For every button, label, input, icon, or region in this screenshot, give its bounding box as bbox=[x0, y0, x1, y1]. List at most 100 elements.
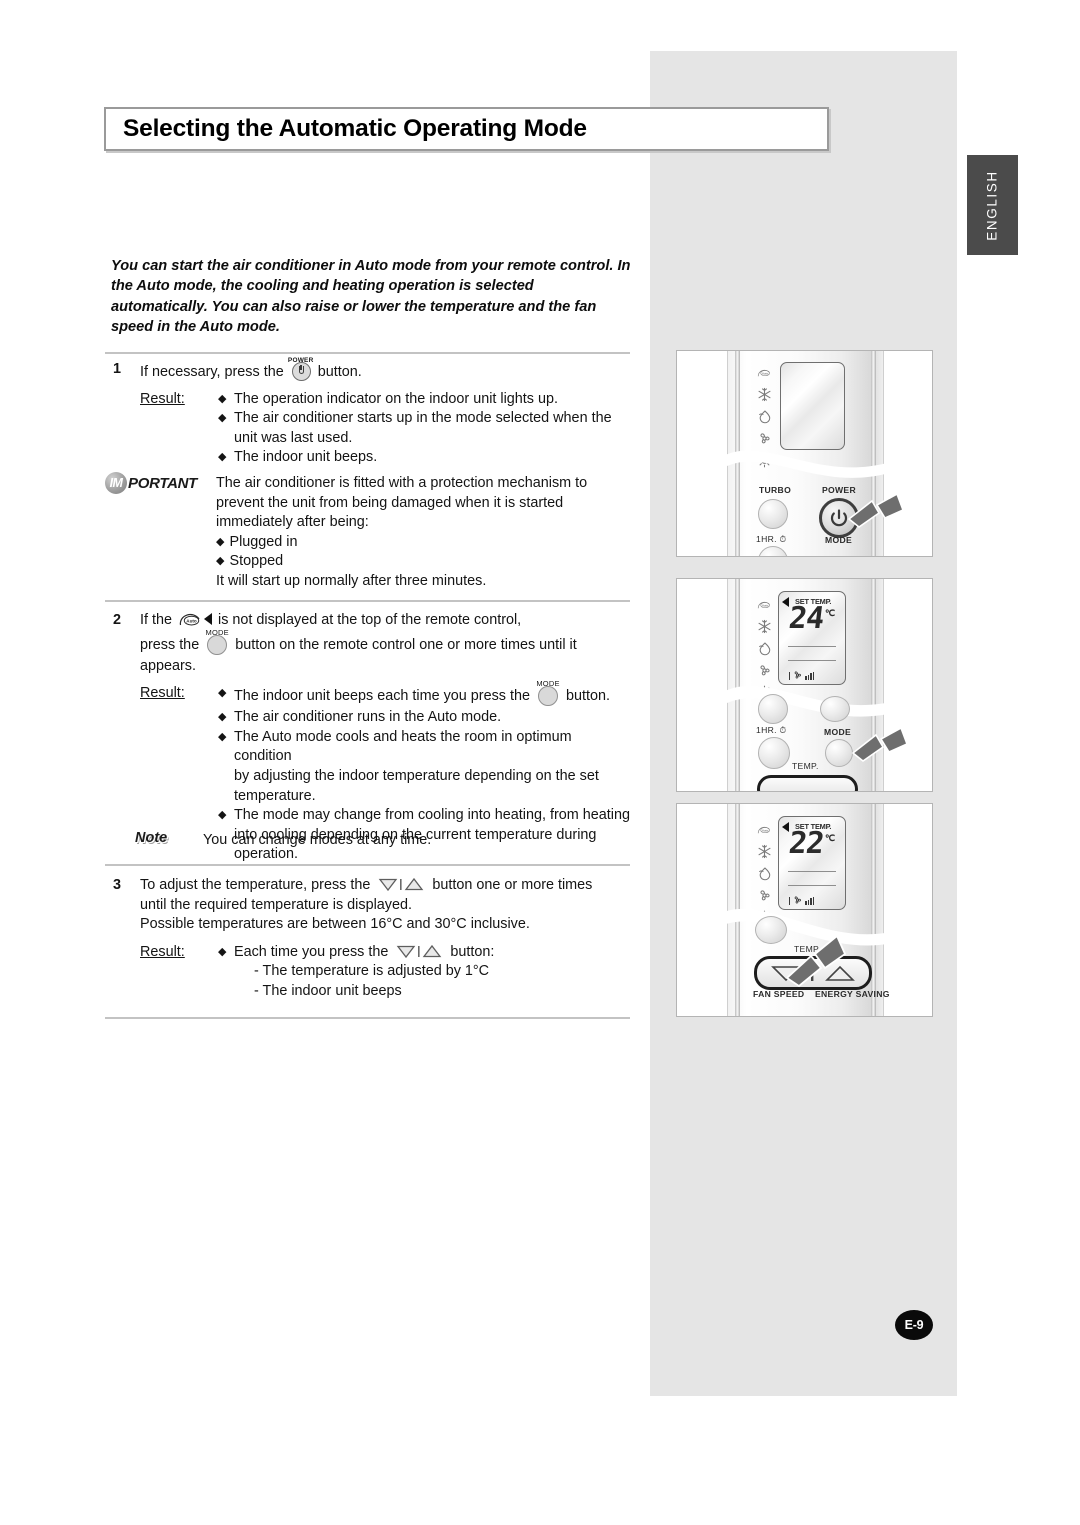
step-2-text-b: is not displayed at the top of the remot… bbox=[218, 612, 522, 628]
illustration-remote-temp: Auto SET TEMP. 22 ℃ TEMP. FAN SPEED ENER… bbox=[676, 803, 933, 1017]
remote-rail-left bbox=[735, 804, 740, 1016]
list-item: ◆ The indoor unit beeps. bbox=[218, 448, 633, 468]
mode-icon-column: Auto bbox=[757, 822, 772, 925]
step-3-results: ◆ Each time you press the button: - The … bbox=[218, 943, 633, 1002]
step-3-text-c: until the required temperature is displa… bbox=[140, 896, 412, 913]
power-button[interactable] bbox=[820, 696, 850, 722]
step-3-number: 3 bbox=[113, 877, 122, 893]
divider-mid-1 bbox=[105, 600, 630, 602]
auto-icon: Auto bbox=[757, 597, 772, 612]
remote-rail-left bbox=[735, 351, 740, 556]
list-item: ◆ Each time you press the button: - The … bbox=[218, 943, 633, 1002]
step-1-result-1: The air conditioner starts up in the mod… bbox=[234, 410, 612, 446]
energy-saving-label: ENERGY SAVING bbox=[815, 989, 890, 999]
turbo-button[interactable] bbox=[758, 499, 788, 529]
step-1-results: ◆ The operation indicator on the indoor u… bbox=[218, 390, 633, 468]
list-item: ◆ The operation indicator on the indoor u… bbox=[218, 390, 633, 410]
step-1: 1 If necessary, press the POWER button. … bbox=[113, 357, 633, 468]
list-item: ◆ Stopped bbox=[216, 553, 284, 570]
temp-button-pill[interactable] bbox=[757, 775, 858, 791]
language-tab-label: ENGLISH bbox=[985, 169, 1000, 241]
mode-label: MODE bbox=[824, 727, 851, 737]
lcd-display: SET TEMP. 24 ℃ bbox=[778, 591, 846, 685]
lcd-auto-pointer-icon bbox=[782, 822, 789, 832]
step-3-text-a: To adjust the temperature, press the bbox=[140, 877, 371, 893]
lcd-temperature-value: 24 bbox=[786, 601, 826, 636]
important-line-1: The air conditioner is fitted with a pro… bbox=[216, 475, 588, 491]
language-tab-english: ENGLISH bbox=[967, 155, 1018, 255]
svg-text:Auto: Auto bbox=[186, 619, 197, 624]
step-2-text-a: If the bbox=[140, 612, 172, 628]
power-button-icon[interactable]: POWER bbox=[288, 357, 313, 382]
step-2-number: 2 bbox=[113, 612, 122, 628]
snowflake-icon bbox=[757, 619, 772, 634]
turbo-button[interactable] bbox=[758, 694, 788, 724]
turbo-label: TURBO bbox=[759, 485, 792, 495]
step-1-text-before: If necessary, press the bbox=[140, 364, 284, 380]
lcd-divider-1 bbox=[788, 871, 836, 873]
lcd-divider-1 bbox=[788, 646, 836, 648]
step-1-result-0: The operation indicator on the indoor un… bbox=[234, 390, 559, 407]
svg-text:Auto: Auto bbox=[762, 371, 769, 375]
important-badge-text: PORTANT bbox=[128, 474, 198, 492]
step-1-text-after: button. bbox=[317, 364, 362, 380]
list-item: ◆ The Auto mode cools and heats the room… bbox=[218, 728, 633, 806]
droplet-icon bbox=[757, 866, 772, 881]
fan-icon bbox=[757, 663, 772, 678]
step-2: 2 If the Auto is not displayed at the to… bbox=[113, 611, 633, 865]
illustration-remote-mode: Auto SET TEMP. 24 ℃ 1HR. ⏱ MODE TEMP. bbox=[676, 578, 933, 792]
important-badge: IM PORTANT bbox=[105, 472, 197, 494]
step-1-result-label: Result: bbox=[140, 390, 185, 407]
power-glyph bbox=[291, 362, 311, 381]
list-item: ◆ The air conditioner runs in the Auto mo… bbox=[218, 708, 633, 728]
divider-bottom bbox=[105, 1017, 630, 1019]
lcd-display-blank bbox=[780, 362, 845, 450]
important-line-3: immediately after being: bbox=[216, 514, 369, 531]
intro-paragraph: You can start the air conditioner in Aut… bbox=[111, 258, 631, 336]
hand-pointer-cursor bbox=[851, 727, 909, 762]
lcd-temperature-unit: ℃ bbox=[825, 833, 836, 843]
hand-pointer-cursor bbox=[847, 493, 905, 528]
auto-icon: Auto bbox=[757, 365, 772, 380]
one-hour-label: 1HR. ⏱ bbox=[756, 725, 787, 735]
sun-icon bbox=[757, 453, 772, 468]
list-item: ◆ The indoor unit beeps each time you pr… bbox=[218, 679, 633, 708]
lcd-fan-speed-indicator bbox=[789, 670, 814, 680]
one-hour-label: 1HR. ⏱ bbox=[756, 534, 787, 544]
temp-updown-icon-inline[interactable] bbox=[395, 943, 443, 959]
important-line-2: prevent the unit from being damaged when… bbox=[216, 494, 564, 511]
step-3-sub-1: - The temperature is adjusted by 1°C bbox=[254, 963, 490, 980]
mode-button-icon-inline[interactable]: MODE bbox=[536, 679, 560, 708]
fan-speed-label: FAN SPEED bbox=[753, 989, 805, 999]
manual-page: ENGLISH Selecting the Automatic Operatin… bbox=[0, 0, 1080, 1525]
step-2-result-3-l3: temperature. bbox=[234, 787, 316, 804]
list-item: ◆ The air conditioner starts up in the mo… bbox=[218, 409, 633, 448]
mode-icon-column: Auto bbox=[757, 365, 772, 468]
mode-glyph bbox=[207, 634, 228, 655]
step-1-number: 1 bbox=[113, 361, 122, 377]
step-2-result-1b: button. bbox=[566, 688, 611, 705]
one-hour-button[interactable] bbox=[758, 737, 790, 769]
snowflake-icon bbox=[757, 387, 772, 402]
important-body: The air conditioner is fitted with a pro… bbox=[216, 474, 632, 592]
important-badge-circle: IM bbox=[105, 472, 127, 494]
mode-button-icon[interactable]: MODE bbox=[205, 628, 229, 657]
lcd-divider-2 bbox=[788, 885, 836, 887]
mode-glyph-inline bbox=[538, 686, 558, 707]
step-3-sub-2: - The indoor unit beeps bbox=[254, 982, 402, 999]
lcd-temperature-unit: ℃ bbox=[825, 608, 836, 618]
fan-icon bbox=[757, 431, 772, 446]
step-2-text-c: press the bbox=[140, 636, 200, 653]
temp-updown-icon[interactable] bbox=[377, 876, 425, 892]
fan-icon bbox=[757, 888, 772, 903]
step-1-result-2: The indoor unit beeps. bbox=[234, 449, 378, 466]
step-2-result-1a: The indoor unit beeps each time you pres… bbox=[234, 688, 530, 705]
step-3-result-1b: button: bbox=[450, 943, 495, 960]
svg-text:Auto: Auto bbox=[762, 828, 769, 832]
lcd-auto-pointer-icon bbox=[782, 597, 789, 607]
step-2-result-4-l1: The mode may change from cooling into he… bbox=[234, 807, 630, 824]
page-title: Selecting the Automatic Operating Mode bbox=[123, 115, 587, 142]
lcd-display: SET TEMP. 22 ℃ bbox=[778, 816, 846, 910]
temp-label: TEMP. bbox=[792, 761, 819, 771]
step-2-result-2: The air conditioner runs in the Auto mod… bbox=[234, 709, 502, 726]
